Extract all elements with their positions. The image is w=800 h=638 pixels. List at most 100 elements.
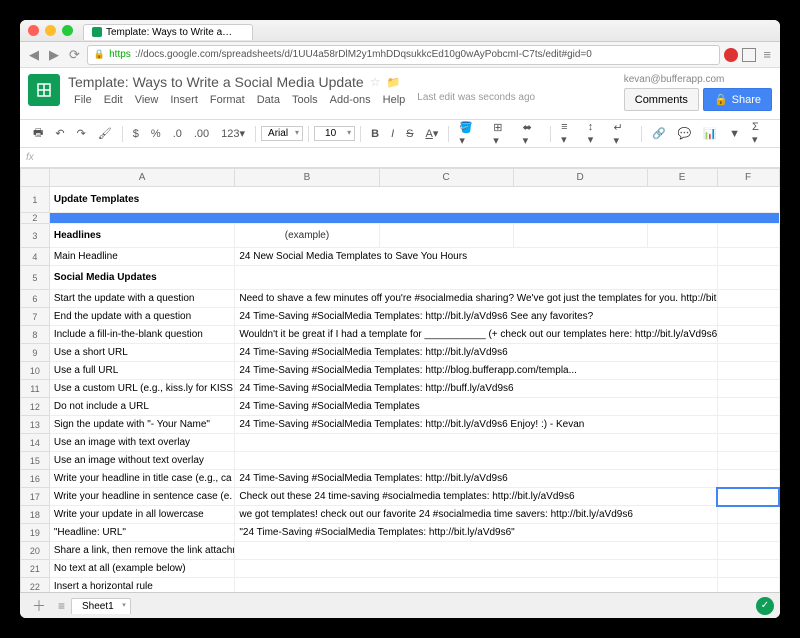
back-button[interactable]: ◀: [26, 47, 42, 63]
extension-icon[interactable]: [724, 48, 738, 62]
cell[interactable]: Write your headline in sentence case (e.: [49, 488, 235, 506]
menu-data[interactable]: Data: [251, 92, 286, 108]
row-header[interactable]: 6: [21, 290, 50, 308]
cell[interactable]: Update Templates: [49, 187, 779, 213]
chart-icon[interactable]: 📊: [698, 124, 722, 143]
cell[interactable]: [717, 470, 779, 488]
font-size-selector[interactable]: 10: [314, 126, 355, 141]
currency-button[interactable]: $: [128, 125, 144, 143]
cell[interactable]: Use a custom URL (e.g., kiss.ly for KISS: [49, 380, 235, 398]
row-header[interactable]: 2: [21, 213, 50, 224]
bold-button[interactable]: B: [366, 125, 384, 143]
cell[interactable]: Include a fill-in-the-blank question: [49, 326, 235, 344]
menu-edit[interactable]: Edit: [98, 92, 129, 108]
cell[interactable]: Write your headline in title case (e.g.,…: [49, 470, 235, 488]
cell[interactable]: Use an image without text overlay: [49, 452, 235, 470]
col-header-d[interactable]: D: [513, 169, 647, 187]
text-color-button[interactable]: A ▾: [421, 124, 444, 143]
cell[interactable]: [235, 542, 717, 560]
cell[interactable]: [49, 213, 779, 224]
spreadsheet-grid[interactable]: A B C D E F 1Update Templates23Headlines…: [20, 168, 780, 592]
undo-icon[interactable]: ↶: [50, 124, 69, 143]
print-icon[interactable]: 🖶: [28, 121, 48, 146]
merge-icon[interactable]: ⬌ ▾: [518, 118, 545, 150]
cell[interactable]: No text at all (example below): [49, 560, 235, 578]
cell[interactable]: [235, 452, 717, 470]
cell[interactable]: "24 Time-Saving #SocialMedia Templates: …: [235, 524, 717, 542]
cell[interactable]: [717, 362, 779, 380]
document-title[interactable]: Template: Ways to Write a Social Media U…: [68, 74, 364, 90]
cell[interactable]: we got templates! check out our favorite…: [235, 506, 717, 524]
menu-tools[interactable]: Tools: [286, 92, 324, 108]
row-header[interactable]: 1: [21, 187, 50, 213]
cell[interactable]: Sign the update with "- Your Name": [49, 416, 235, 434]
borders-icon[interactable]: ⊞ ▾: [488, 118, 515, 150]
folder-icon[interactable]: 📁: [386, 76, 400, 89]
url-field[interactable]: 🔒 https://docs.google.com/spreadsheets/d…: [87, 45, 721, 65]
cell[interactable]: 24 Time-Saving #SocialMedia Templates: h…: [235, 416, 717, 434]
comment-icon[interactable]: 💬: [673, 124, 697, 143]
cell[interactable]: Insert a horizontal rule: [49, 578, 235, 593]
functions-icon[interactable]: Σ ▾: [747, 118, 772, 149]
row-header[interactable]: 18: [21, 506, 50, 524]
cell[interactable]: [235, 578, 717, 593]
cell[interactable]: (example): [235, 224, 379, 248]
sheets-logo-icon[interactable]: [28, 74, 60, 106]
browser-tab[interactable]: Template: Ways to Write a…: [83, 24, 253, 40]
cell[interactable]: [717, 266, 779, 290]
menu-format[interactable]: Format: [204, 92, 251, 108]
cell[interactable]: [717, 560, 779, 578]
cell[interactable]: [717, 416, 779, 434]
cell[interactable]: 24 New Social Media Templates to Save Yo…: [235, 248, 717, 266]
h-align-icon[interactable]: ≡ ▾: [556, 118, 581, 149]
menu-insert[interactable]: Insert: [164, 92, 204, 108]
fill-color-icon[interactable]: 🪣 ▾: [454, 118, 486, 150]
cell[interactable]: [717, 398, 779, 416]
add-sheet-button[interactable]: ＋: [26, 596, 52, 616]
cell[interactable]: Use an image with text overlay: [49, 434, 235, 452]
cell[interactable]: [717, 506, 779, 524]
link-icon[interactable]: 🔗: [647, 124, 671, 143]
cell[interactable]: [717, 524, 779, 542]
cell[interactable]: [717, 488, 779, 506]
cell[interactable]: [717, 224, 779, 248]
cell[interactable]: [717, 452, 779, 470]
share-button[interactable]: 🔒Share: [703, 88, 772, 111]
cell[interactable]: [717, 542, 779, 560]
cell[interactable]: 24 Time-Saving #SocialMedia Templates: h…: [235, 308, 717, 326]
col-header-c[interactable]: C: [379, 169, 513, 187]
cell[interactable]: Write your update in all lowercase: [49, 506, 235, 524]
select-all-corner[interactable]: [21, 169, 50, 187]
all-sheets-button[interactable]: ≡: [58, 599, 65, 613]
cell[interactable]: 24 Time-Saving #SocialMedia Templates: h…: [235, 380, 717, 398]
row-header[interactable]: 8: [21, 326, 50, 344]
row-header[interactable]: 3: [21, 224, 50, 248]
row-header[interactable]: 21: [21, 560, 50, 578]
menu-addons[interactable]: Add-ons: [324, 92, 377, 108]
cell[interactable]: 24 Time-Saving #SocialMedia Templates: h…: [235, 362, 717, 380]
row-header[interactable]: 16: [21, 470, 50, 488]
cell[interactable]: Start the update with a question: [49, 290, 235, 308]
paint-format-icon[interactable]: 🖌: [93, 124, 117, 143]
menu-help[interactable]: Help: [377, 92, 412, 108]
cell[interactable]: [235, 560, 717, 578]
forward-button[interactable]: ▶: [46, 47, 62, 63]
browser-menu-icon[interactable]: ≡: [760, 47, 774, 62]
row-header[interactable]: 7: [21, 308, 50, 326]
row-header[interactable]: 11: [21, 380, 50, 398]
cell[interactable]: [717, 380, 779, 398]
reload-button[interactable]: ⟳: [66, 47, 83, 63]
formula-bar[interactable]: fx: [20, 148, 780, 168]
cell[interactable]: [235, 266, 717, 290]
cell[interactable]: [379, 224, 513, 248]
cell[interactable]: Check out these 24 time-saving #socialme…: [235, 488, 717, 506]
row-header[interactable]: 10: [21, 362, 50, 380]
row-header[interactable]: 15: [21, 452, 50, 470]
menu-file[interactable]: File: [68, 92, 98, 108]
more-formats-button[interactable]: 123 ▾: [216, 124, 250, 143]
menu-view[interactable]: View: [129, 92, 165, 108]
percent-button[interactable]: %: [146, 125, 166, 143]
row-header[interactable]: 14: [21, 434, 50, 452]
col-header-a[interactable]: A: [49, 169, 235, 187]
decrease-decimal-button[interactable]: .0: [168, 125, 187, 143]
